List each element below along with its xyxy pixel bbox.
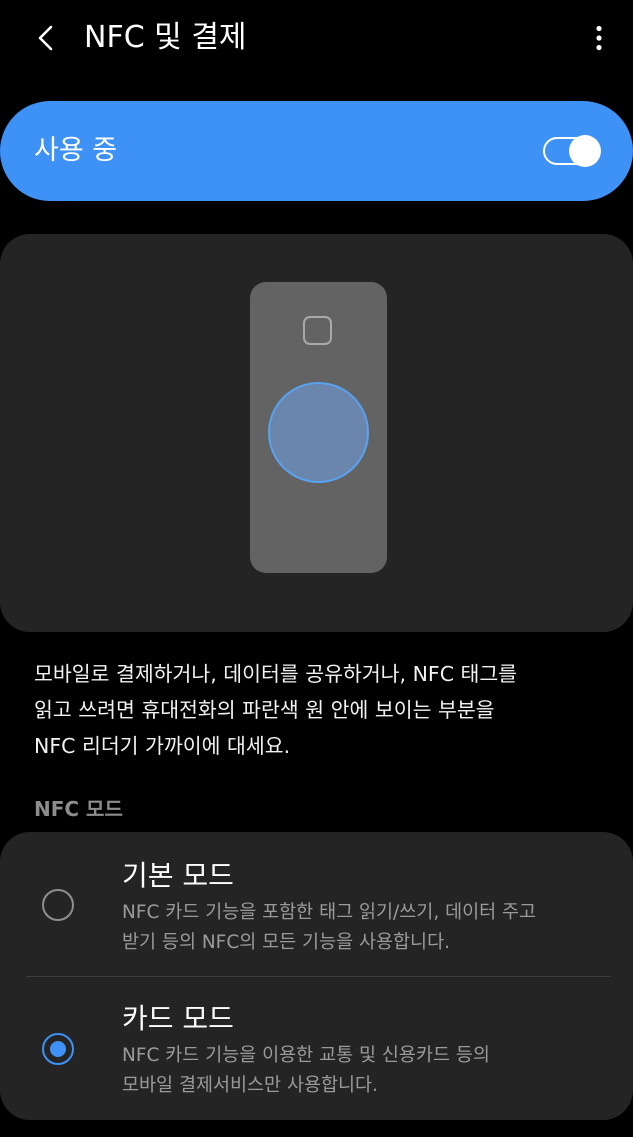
radio-selected-dot xyxy=(50,1041,66,1057)
toggle-thumb xyxy=(569,135,601,167)
page-title: NFC 및 결제 xyxy=(84,20,247,55)
mode-description-line: NFC 카드 기능을 포함한 태그 읽기/쓰기, 데이터 주고 xyxy=(122,902,537,923)
nfc-illustration-card xyxy=(0,234,633,632)
master-switch-bar[interactable]: 사용 중 xyxy=(0,101,633,201)
nfc-toggle-switch[interactable] xyxy=(543,134,601,168)
card-mode-description: NFC 카드 기능을 이용한 교통 및 신용카드 등의 모바일 결제서비스만 사… xyxy=(122,1041,622,1101)
more-vertical-icon xyxy=(596,25,602,51)
master-switch-label: 사용 중 xyxy=(34,135,118,166)
default-mode-description: NFC 카드 기능을 포함한 태그 읽기/쓰기, 데이터 주고 받기 등의 NF… xyxy=(122,898,622,958)
app-header: NFC 및 결제 xyxy=(0,0,633,78)
back-button[interactable] xyxy=(26,18,66,58)
phone-back-icon xyxy=(250,282,387,573)
nfc-description: 모바일로 결제하거나, 데이터를 공유하거나, NFC 태그를 읽고 쓰려면 휴… xyxy=(34,656,614,764)
description-line: 읽고 쓰려면 휴대전화의 파란색 원 안에 보이는 부분을 xyxy=(34,698,495,722)
card-mode-option[interactable]: 카드 모드 NFC 카드 기능을 이용한 교통 및 신용카드 등의 모바일 결제… xyxy=(0,977,633,1120)
mode-description-line: 모바일 결제서비스만 사용합니다. xyxy=(122,1075,378,1096)
description-line: NFC 리더기 가까이에 대세요. xyxy=(34,734,291,758)
chevron-left-icon xyxy=(38,25,53,51)
default-mode-option[interactable]: 기본 모드 NFC 카드 기능을 포함한 태그 읽기/쓰기, 데이터 주고 받기… xyxy=(0,832,633,976)
more-options-button[interactable] xyxy=(587,18,611,58)
nfc-mode-section-header: NFC 모드 xyxy=(34,797,123,821)
camera-icon xyxy=(303,316,332,345)
mode-description-line: NFC 카드 기능을 이용한 교통 및 신용카드 등의 xyxy=(122,1045,490,1066)
description-line: 모바일로 결제하거나, 데이터를 공유하거나, NFC 태그를 xyxy=(34,662,518,686)
nfc-mode-card: 기본 모드 NFC 카드 기능을 포함한 태그 읽기/쓰기, 데이터 주고 받기… xyxy=(0,832,633,1120)
card-mode-radio[interactable] xyxy=(42,1033,74,1065)
nfc-area-circle xyxy=(268,382,369,483)
mode-description-line: 받기 등의 NFC의 모든 기능을 사용합니다. xyxy=(122,932,450,953)
default-mode-title: 기본 모드 xyxy=(122,859,234,892)
card-mode-title: 카드 모드 xyxy=(122,1002,234,1035)
default-mode-radio[interactable] xyxy=(42,889,74,921)
